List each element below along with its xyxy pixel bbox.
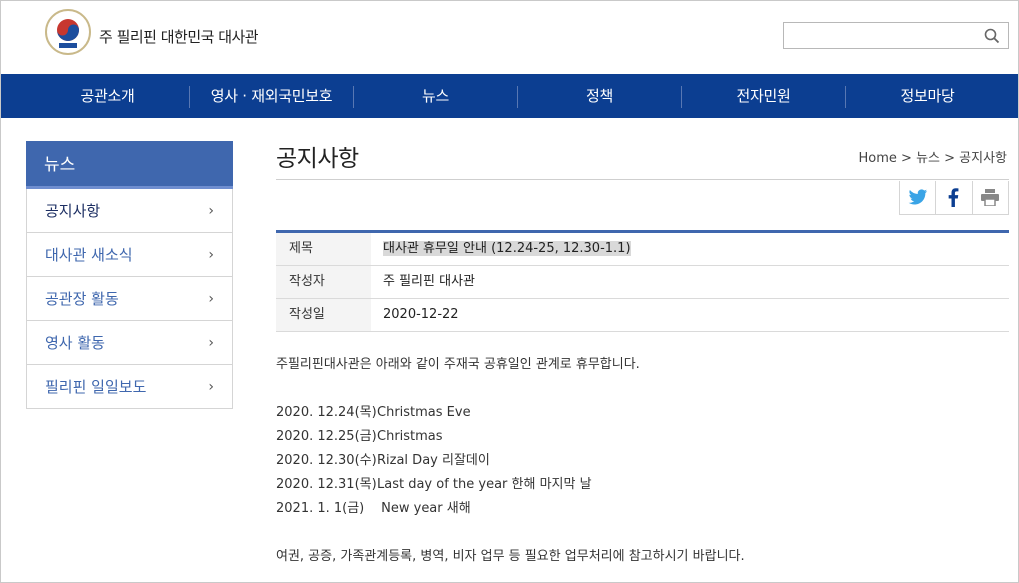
sidebar-item-consular-activities[interactable]: 영사 활동 ›: [26, 321, 233, 365]
chevron-right-icon: ›: [208, 247, 214, 263]
sidebar-item-embassy-news[interactable]: 대사관 새소식 ›: [26, 233, 233, 277]
table-row: 작성자 주 필리핀 대사관: [276, 266, 1009, 299]
subject-label: 제목: [276, 233, 371, 265]
search-input[interactable]: [784, 23, 974, 48]
sidebar-item-ambassador-activities[interactable]: 공관장 활동 ›: [26, 277, 233, 321]
nav-item-about[interactable]: 공관소개: [26, 74, 189, 118]
site-title[interactable]: 주 필리핀 대한민국 대사관: [99, 26, 259, 47]
sidebar-item-daily-report[interactable]: 필리핀 일일보도 ›: [26, 365, 233, 409]
holiday-date: 2020. 12.31(목): [276, 477, 377, 492]
list-item: 2020. 12.31(목) Last day of the year 한해 마…: [276, 473, 1009, 497]
list-item: 2021. 1. 1(금) New year 새해: [276, 497, 1009, 521]
list-item: 2020. 12.24(목) Christmas Eve: [276, 401, 1009, 425]
sidebar-item-label: 대사관 새소식: [45, 246, 133, 264]
search-icon[interactable]: [984, 28, 1000, 44]
post-info-table: 제목 대사관 휴무일 안내 (12.24-25, 12.30-1.1) 작성자 …: [276, 230, 1009, 332]
holiday-desc: Christmas: [377, 429, 443, 444]
nav-item-news[interactable]: 뉴스: [354, 74, 517, 118]
note-text: 여권, 공증, 가족관계등록, 병역, 비자 업무 등 필요한 업무처리에 참고…: [276, 549, 745, 564]
holiday-date: 2020. 12.25(금): [276, 429, 377, 444]
holiday-schedule: 2020. 12.24(목) Christmas Eve 2020. 12.25…: [276, 401, 1009, 521]
print-icon: [981, 189, 1000, 206]
nav-item-info[interactable]: 정보마당: [846, 74, 1009, 118]
nav-item-consular[interactable]: 영사 · 재외국민보호: [190, 74, 353, 118]
chevron-right-icon: ›: [208, 335, 214, 351]
page-title: 공지사항: [276, 146, 359, 172]
breadcrumb[interactable]: Home > 뉴스 > 공지사항: [859, 147, 1007, 166]
date-label: 작성일: [276, 299, 371, 331]
twitter-icon: [908, 189, 927, 205]
holiday-date: 2020. 12.30(수): [276, 453, 377, 468]
nav-item-policy[interactable]: 정책: [518, 74, 681, 118]
chevron-right-icon: ›: [208, 203, 214, 219]
chevron-right-icon: ›: [208, 291, 214, 307]
author-label: 작성자: [276, 266, 371, 298]
holiday-desc: Christmas Eve: [377, 405, 471, 420]
search-bar[interactable]: [783, 22, 1009, 49]
site-header: 주 필리핀 대한민국 대사관: [1, 1, 1018, 74]
nav-item-e-civil[interactable]: 전자민원: [682, 74, 845, 118]
share-toolbar: [899, 181, 1009, 215]
post-content: 주필리핀대사관은 아래와 같이 주재국 공휴일인 관계로 휴무합니다. 2020…: [276, 353, 1009, 569]
twitter-share-button[interactable]: [900, 181, 935, 214]
list-item: 2020. 12.30(수) Rizal Day 리잘데이: [276, 449, 1009, 473]
holiday-date: 2021. 1. 1(금): [276, 501, 365, 516]
holiday-desc: Last day of the year 한해 마지막 날: [377, 477, 592, 492]
subject-text: 대사관 휴무일 안내 (12.24-25, 12.30-1.1): [383, 241, 631, 256]
title-divider: [276, 179, 1009, 180]
print-button[interactable]: [971, 181, 1008, 214]
intro-text: 주필리핀대사관은 아래와 같이 주재국 공휴일인 관계로 휴무합니다.: [276, 357, 640, 372]
holiday-desc: Rizal Day 리잘데이: [377, 453, 490, 468]
sidebar-item-label: 영사 활동: [45, 334, 105, 352]
chevron-right-icon: ›: [208, 379, 214, 395]
holiday-date: 2020. 12.24(목): [276, 405, 377, 420]
sidebar-item-notices[interactable]: 공지사항 ›: [26, 189, 233, 233]
table-row: 제목 대사관 휴무일 안내 (12.24-25, 12.30-1.1): [276, 233, 1009, 266]
date-value: 2020-12-22: [383, 307, 459, 322]
main-nav: 공관소개 영사 · 재외국민보호 뉴스 정책 전자민원 정보마당: [1, 74, 1018, 118]
holiday-desc: New year 새해: [377, 501, 471, 516]
list-item: 2020. 12.25(금) Christmas: [276, 425, 1009, 449]
facebook-icon: [949, 188, 959, 207]
sidebar-item-label: 필리핀 일일보도: [45, 378, 147, 396]
sidebar-item-label: 공관장 활동: [45, 290, 119, 308]
sidebar-item-label: 공지사항: [45, 202, 101, 220]
subject-value: 대사관 휴무일 안내 (12.24-25, 12.30-1.1): [371, 233, 631, 265]
sidebar: 뉴스 공지사항 › 대사관 새소식 › 공관장 활동 › 영사 활동 › 필리핀…: [26, 141, 233, 409]
sidebar-heading: 뉴스: [26, 141, 233, 189]
table-row: 작성일 2020-12-22: [276, 299, 1009, 332]
author-value: 주 필리핀 대사관: [383, 274, 475, 289]
facebook-share-button[interactable]: [935, 181, 971, 214]
emblem-logo[interactable]: [45, 9, 91, 55]
